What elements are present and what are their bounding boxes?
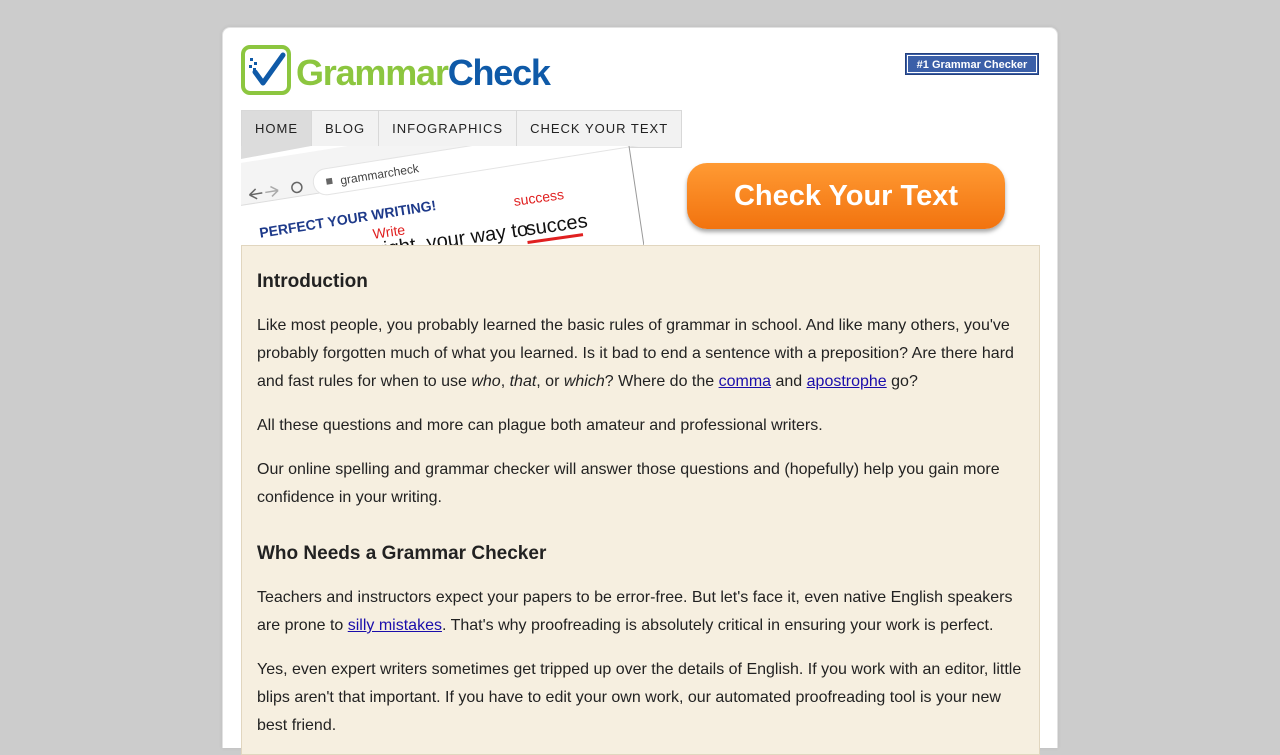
intro-paragraph-3: Our online spelling and grammar checker … bbox=[257, 461, 1000, 506]
browser-illustration: grammarcheck PERFECT YOUR WRITING! Write… bbox=[241, 146, 644, 246]
intro-paragraph-1: Like most people, you probably learned t… bbox=[257, 317, 1014, 390]
who-paragraph-2: Yes, even expert writers sometimes get t… bbox=[257, 661, 1022, 734]
nav-check-your-text[interactable]: CHECK YOUR TEXT bbox=[517, 111, 681, 147]
main-nav: HOME BLOG INFOGRAPHICS CHECK YOUR TEXT bbox=[241, 110, 683, 148]
nav-blog[interactable]: BLOG bbox=[312, 111, 380, 147]
hero-banner-image: grammarcheck PERFECT YOUR WRITING! Write… bbox=[241, 146, 644, 246]
intro-paragraph-2: All these questions and more can plague … bbox=[257, 417, 823, 434]
nav-home[interactable]: HOME bbox=[242, 111, 312, 147]
site-logo[interactable]: GrammarCheck bbox=[241, 45, 551, 100]
lock-icon bbox=[325, 177, 333, 185]
silly-mistakes-link[interactable]: silly mistakes bbox=[348, 617, 442, 634]
top-grammar-checker-badge[interactable]: #1 Grammar Checker bbox=[905, 53, 1039, 75]
nav-infographics[interactable]: INFOGRAPHICS bbox=[379, 111, 518, 147]
checkmark-logo-icon bbox=[241, 45, 291, 95]
logo-wordmark: GrammarCheck bbox=[296, 52, 551, 93]
who-needs-heading: Who Needs a Grammar Checker bbox=[257, 543, 547, 564]
intro-heading: Introduction bbox=[257, 271, 368, 292]
comma-link[interactable]: comma bbox=[719, 373, 771, 390]
article-content: Introduction Like most people, you proba… bbox=[241, 245, 1040, 755]
who-paragraph-1: Teachers and instructors expect your pap… bbox=[257, 589, 1013, 634]
page-container: GrammarCheck #1 Grammar Checker HOME BLO… bbox=[222, 27, 1058, 755]
apostrophe-link[interactable]: apostrophe bbox=[807, 373, 887, 390]
check-your-text-button[interactable]: Check Your Text bbox=[687, 163, 1005, 229]
